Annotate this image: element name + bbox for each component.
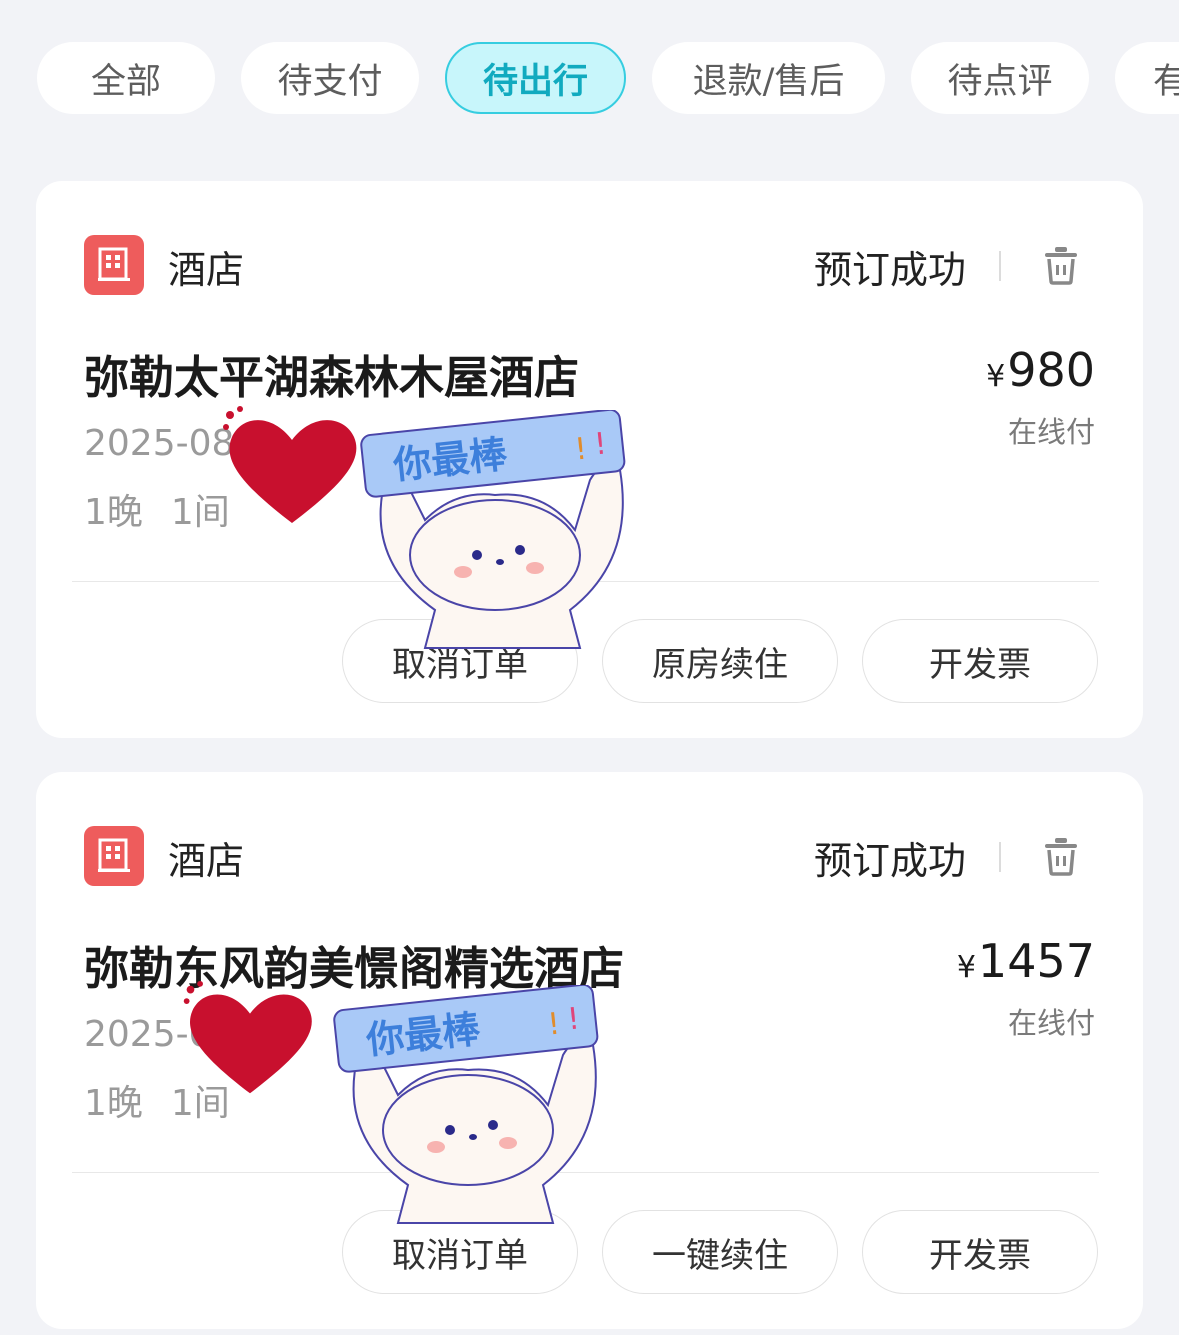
order-status: 预订成功: [813, 839, 966, 883]
tab-pending-travel[interactable]: 待出行: [445, 42, 626, 114]
order-price: ¥980: [986, 343, 1095, 397]
tab-pending-payment[interactable]: 待支付: [241, 42, 419, 114]
heart-sticker: [223, 406, 357, 523]
invoice-button[interactable]: 开发票: [862, 1210, 1098, 1294]
tab-more[interactable]: 有: [1115, 42, 1179, 114]
hotel-building-icon: [84, 235, 144, 295]
pay-method: 在线付: [1007, 415, 1095, 449]
extend-stay-button[interactable]: 一键续住: [602, 1210, 838, 1294]
order-type-label: 酒店: [168, 248, 245, 292]
pay-method: 在线付: [1007, 1006, 1095, 1040]
order-type-label: 酒店: [168, 839, 245, 883]
divider: [999, 251, 1001, 281]
trash-icon[interactable]: [1041, 245, 1081, 289]
tab-pending-review[interactable]: 待点评: [911, 42, 1089, 114]
hotel-name[interactable]: 弥勒太平湖森林木屋酒店: [84, 341, 579, 406]
bunny-sticker: 你最棒 ! !: [333, 985, 599, 1224]
card-header: 酒店 预订成功: [84, 826, 1104, 886]
bunny-sticker: 你最棒 ! !: [360, 410, 626, 649]
card-header: 酒店 预订成功: [84, 235, 1104, 295]
order-price: ¥1457: [956, 934, 1095, 988]
heart-sticker: [183, 980, 312, 1094]
status-tabs: 全部 待支付 待出行 退款/售后 待点评 有: [0, 42, 1179, 116]
trash-icon[interactable]: [1041, 836, 1081, 880]
hotel-building-icon: [84, 826, 144, 886]
stay-dates: 2025-08: [84, 423, 235, 464]
divider: [999, 842, 1001, 872]
tab-refund-aftersale[interactable]: 退款/售后: [652, 42, 885, 114]
tab-all[interactable]: 全部: [37, 42, 215, 114]
invoice-button[interactable]: 开发票: [862, 619, 1098, 703]
order-status: 预订成功: [813, 248, 966, 292]
